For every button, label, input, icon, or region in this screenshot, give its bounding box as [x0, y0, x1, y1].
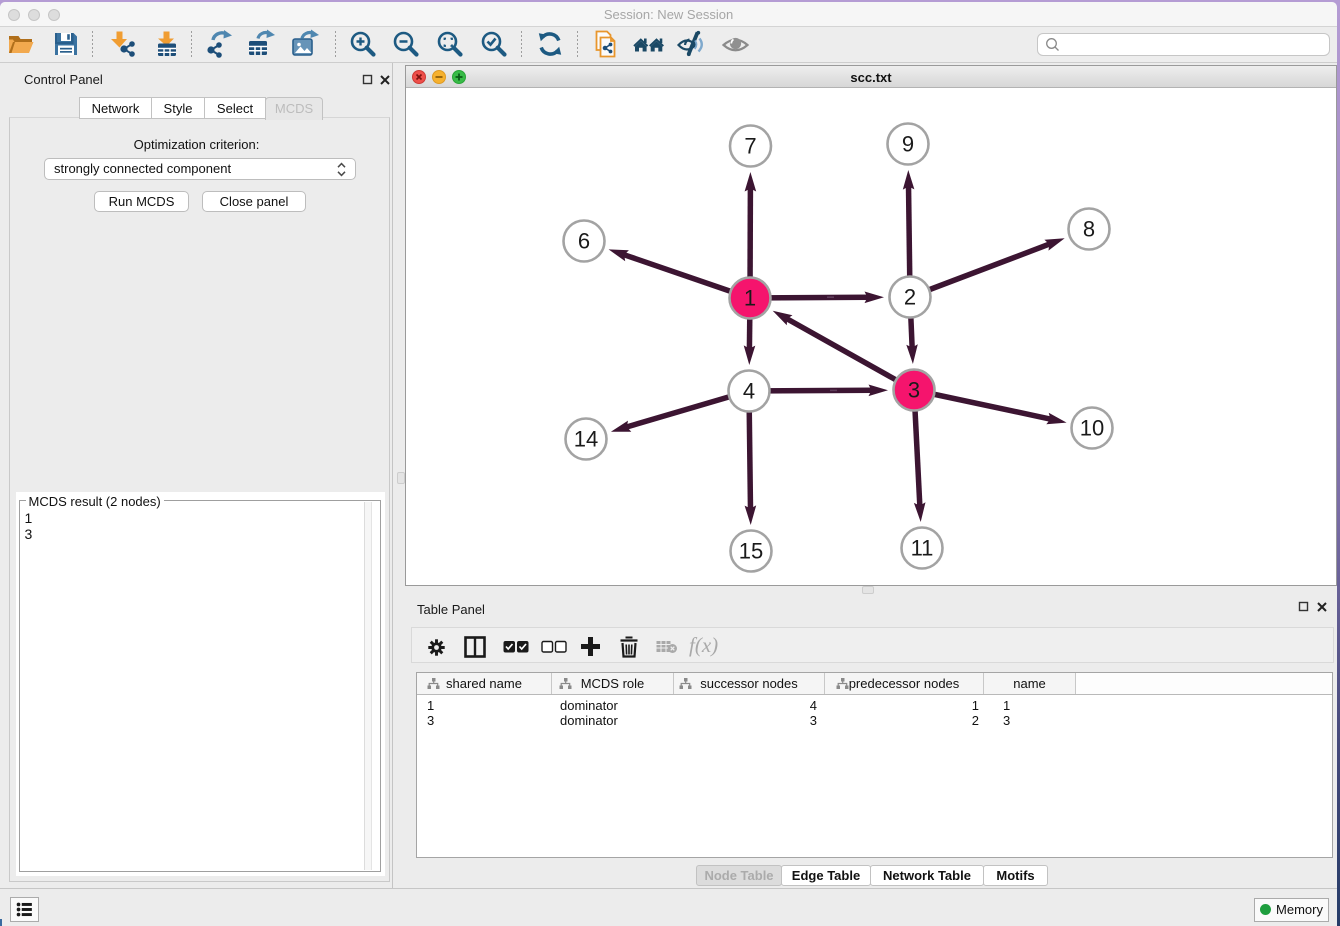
svg-text:3: 3 — [908, 378, 920, 403]
svg-text:15: 15 — [739, 539, 763, 564]
svg-text:1: 1 — [744, 286, 756, 311]
svg-text:4: 4 — [743, 379, 755, 404]
svg-text:9: 9 — [902, 132, 914, 157]
svg-text:6: 6 — [578, 229, 590, 254]
svg-text:14: 14 — [574, 427, 598, 452]
svg-text:10: 10 — [1080, 416, 1104, 441]
svg-text:2: 2 — [904, 285, 916, 310]
svg-text:11: 11 — [911, 536, 934, 561]
svg-text:7: 7 — [744, 134, 756, 159]
svg-text:8: 8 — [1083, 217, 1095, 242]
